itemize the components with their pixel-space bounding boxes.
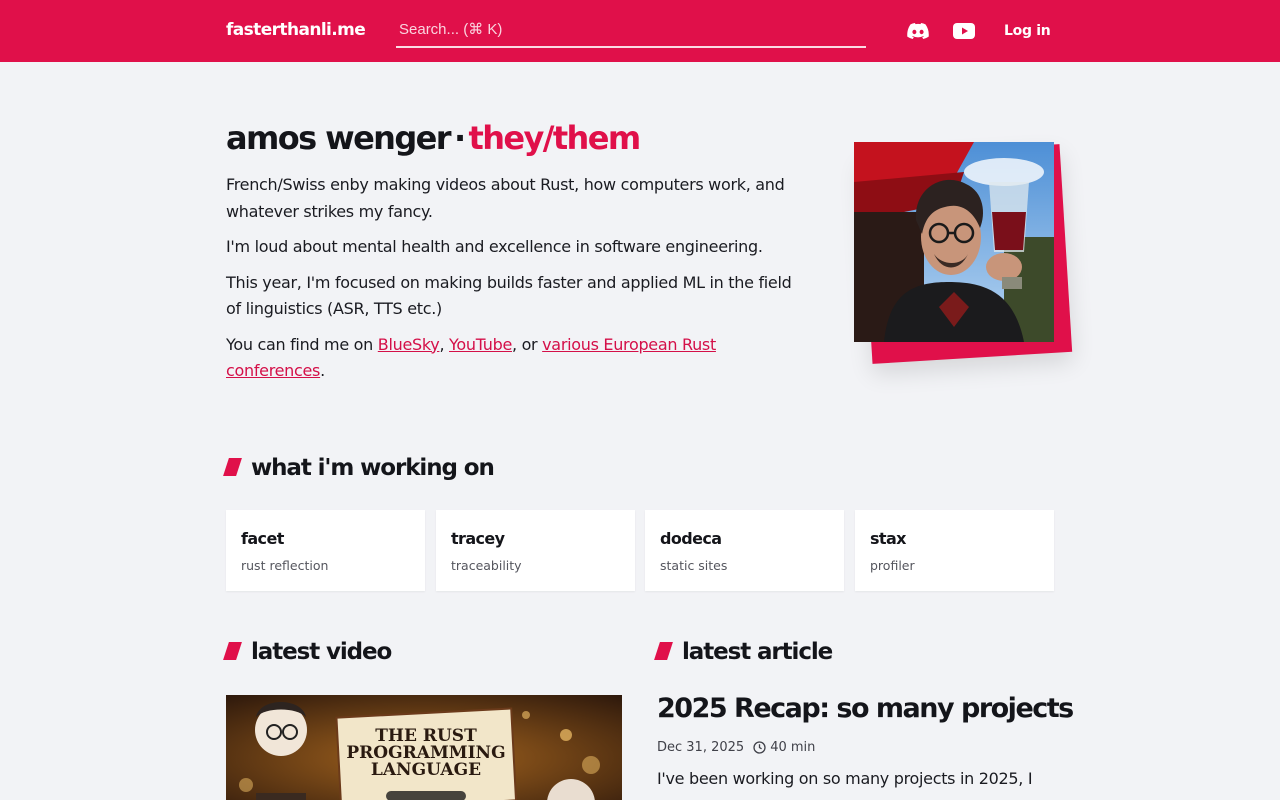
youtube-icon[interactable] — [952, 20, 976, 42]
project-card-dodeca[interactable]: dodeca static sites — [645, 510, 844, 591]
article-date: Dec 31, 2025 — [657, 740, 745, 755]
section-heading-latest-video: latest video — [223, 639, 392, 665]
section-heading-latest-article: latest article — [654, 639, 833, 665]
project-card-facet[interactable]: facet rust reflection — [226, 510, 425, 591]
author-photo — [854, 142, 1054, 342]
intro-paragraph: I'm loud about mental health and excelle… — [226, 237, 763, 256]
intro-paragraph: French/Swiss enby making videos about Ru… — [226, 175, 785, 221]
search-box[interactable] — [396, 14, 866, 48]
article-meta: Dec 31, 2025 40 min — [657, 740, 815, 755]
project-card-tracey[interactable]: tracey traceability — [436, 510, 635, 591]
section-heading-text: what i'm working on — [251, 455, 495, 481]
presenter-avatar-icon — [255, 702, 307, 756]
find-me-prefix: You can find me on — [226, 334, 373, 354]
section-heading-text: latest video — [251, 639, 392, 665]
title-separator: · — [453, 119, 466, 157]
article-read-time: 40 min — [770, 740, 816, 755]
login-link[interactable]: Log in — [1004, 23, 1051, 39]
slash-accent-icon — [223, 642, 242, 660]
slash-accent-icon — [223, 458, 242, 476]
project-title: stax — [870, 529, 906, 548]
slash-accent-icon — [654, 642, 673, 660]
project-subtitle: traceability — [451, 558, 522, 573]
intro-text: French/Swiss enby making videos about Ru… — [226, 172, 806, 394]
project-subtitle: profiler — [870, 558, 915, 573]
pronouns: they/them — [468, 119, 642, 157]
clock-icon — [753, 741, 766, 754]
latest-video-thumbnail[interactable]: THE RUST PROGRAMMING LANGUAGE — [226, 695, 622, 800]
discord-icon[interactable] — [906, 20, 930, 42]
period: . — [320, 361, 325, 380]
project-subtitle: rust reflection — [241, 558, 329, 573]
page-title: amos wenger · they/them — [226, 119, 642, 157]
search-input[interactable] — [396, 14, 866, 44]
project-subtitle: static sites — [660, 558, 728, 573]
project-card-stax[interactable]: stax profiler — [855, 510, 1054, 591]
bluesky-link[interactable]: BlueSky — [378, 335, 440, 354]
project-title: facet — [241, 529, 284, 548]
section-heading-text: latest article — [682, 639, 833, 665]
project-title: tracey — [451, 529, 505, 548]
site-logo[interactable]: fasterthanli.me — [226, 20, 366, 40]
youtube-link[interactable]: YouTube — [449, 335, 512, 354]
thumbnail-text: LANGUAGE — [371, 760, 481, 780]
comma: , — [439, 334, 445, 354]
intro-paragraph: This year, I'm focused on making builds … — [226, 272, 792, 319]
top-nav-bar: fasterthanli.me Log in — [0, 0, 1280, 62]
project-title: dodeca — [660, 529, 722, 548]
article-title[interactable]: 2025 Recap: so many projects — [657, 693, 1074, 724]
article-excerpt: I've been working on so many projects in… — [657, 769, 1033, 788]
author-name: amos wenger — [226, 119, 452, 157]
find-me-paragraph: You can find me on BlueSky, YouTube, or … — [226, 332, 806, 385]
or-text: , or — [512, 334, 538, 354]
section-heading-working-on: what i'm working on — [223, 455, 495, 481]
